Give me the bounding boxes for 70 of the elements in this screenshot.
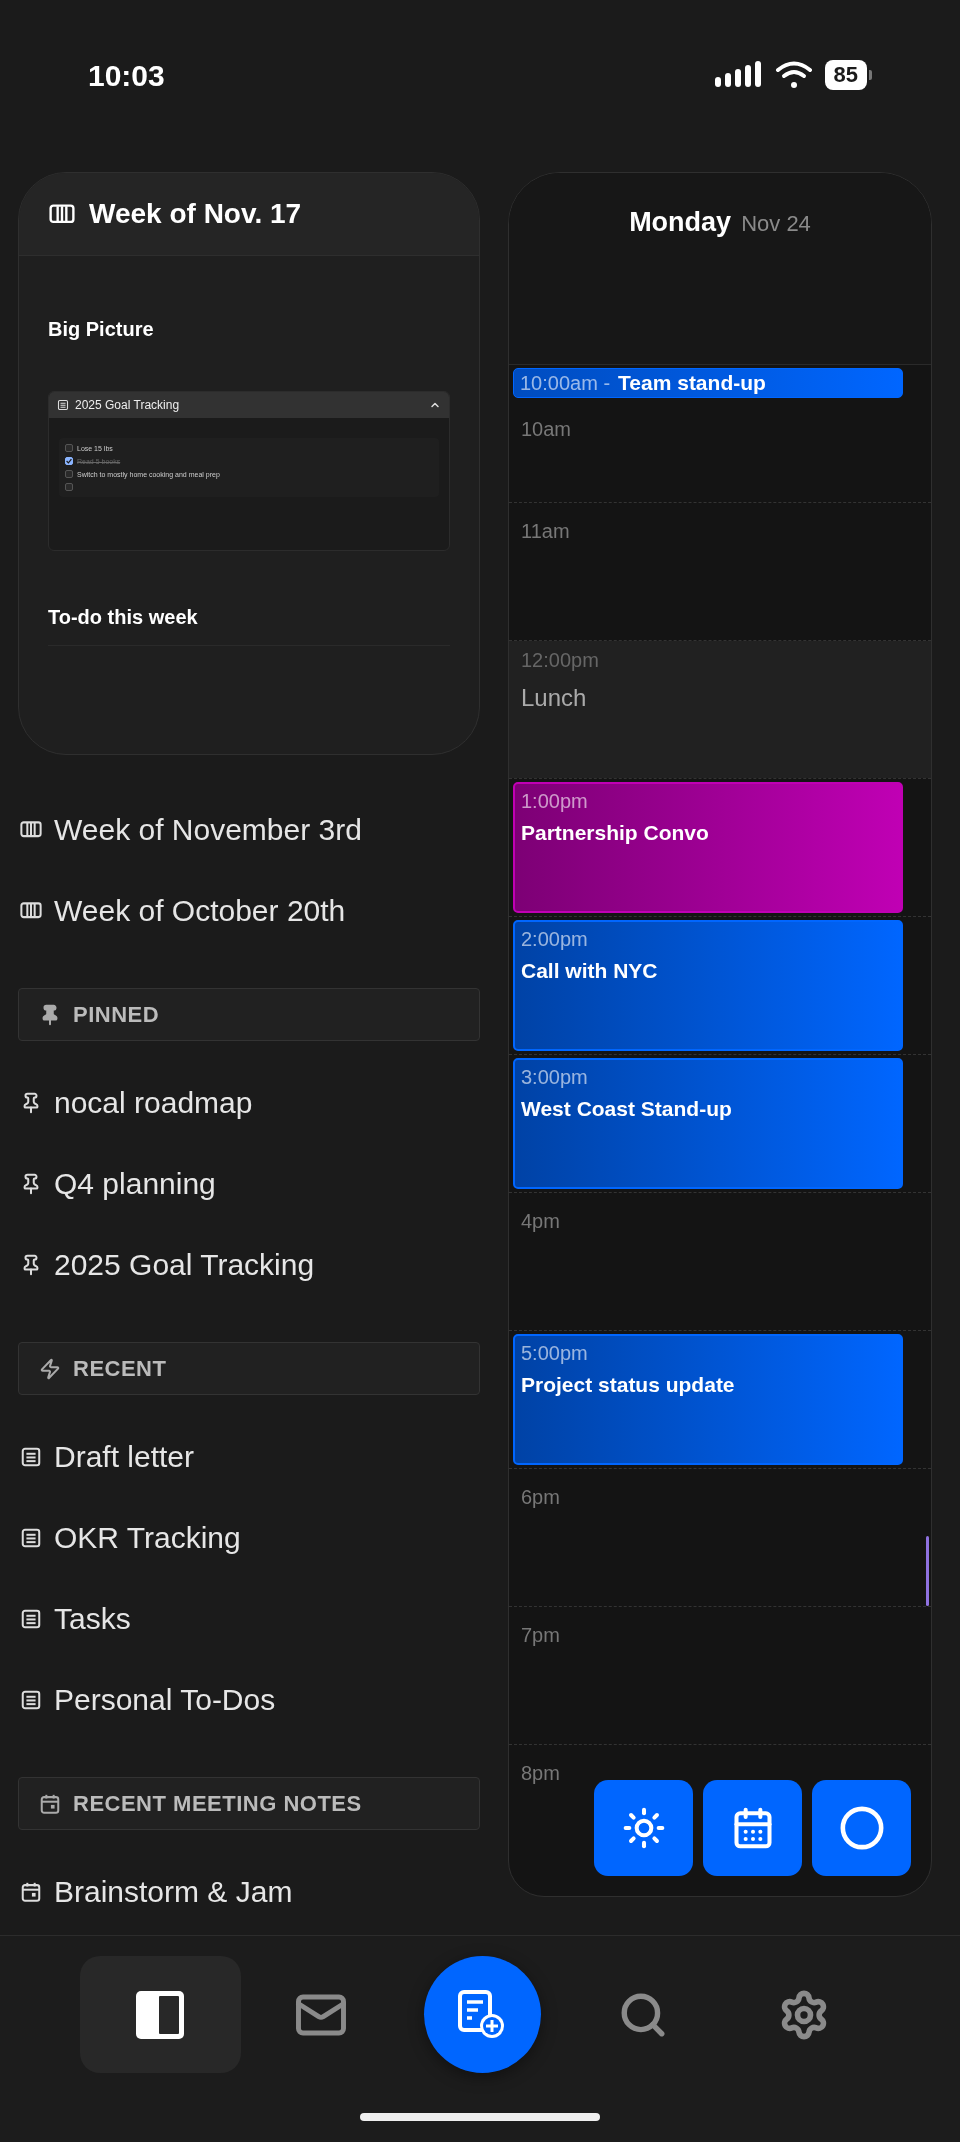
document-icon — [20, 1607, 42, 1630]
day-name: Monday — [629, 207, 732, 238]
battery-level: 85 — [824, 60, 867, 90]
note-link[interactable]: OKR Tracking — [54, 1520, 241, 1555]
day-date: Nov 24 — [741, 211, 811, 237]
note-link[interactable]: nocal roadmap — [54, 1085, 253, 1120]
document-icon — [20, 1445, 42, 1468]
lightning-icon — [39, 1357, 61, 1380]
calendar-icon — [39, 1792, 61, 1815]
event-time: 1:00pm — [521, 790, 589, 813]
hour-label: 4pm — [520, 1209, 561, 1233]
note-link[interactable]: Brainstorm & Jam — [54, 1874, 293, 1909]
calendar-event[interactable]: 1:00pm Partnership Convo — [513, 782, 903, 913]
scroll-indicator — [926, 1536, 929, 1606]
event-time: 12:00pm — [521, 649, 600, 672]
sun-button[interactable] — [594, 1780, 693, 1876]
section-title: RECENT — [73, 1355, 167, 1382]
note-link[interactable]: Personal To-Dos — [54, 1682, 276, 1717]
embed-title: 2025 Goal Tracking — [75, 398, 181, 412]
hour-label: 6pm — [520, 1485, 561, 1509]
circle-icon — [838, 1805, 885, 1851]
columns-icon — [49, 204, 75, 224]
clock-time: 10:03 — [88, 59, 165, 93]
event-time: 2:00pm — [521, 928, 589, 951]
section-heading: To-do this week — [48, 606, 199, 629]
sidebar-tab[interactable] — [79, 1956, 241, 2073]
calendar-button[interactable] — [703, 1780, 802, 1876]
document-icon — [20, 1688, 42, 1711]
hour-label: 7pm — [520, 1623, 561, 1647]
calendar-icon — [20, 1880, 42, 1903]
circle-button[interactable] — [812, 1780, 911, 1876]
event-title: Team stand-up — [618, 371, 766, 395]
hour-label: 11am — [520, 519, 571, 543]
event-title: West Coast Stand-up — [521, 1097, 733, 1121]
note-link[interactable]: 2025 Goal Tracking — [54, 1247, 315, 1282]
hour-label: 8pm — [520, 1761, 561, 1785]
sun-icon — [621, 1806, 666, 1850]
columns-icon — [20, 902, 42, 919]
week-title: Week of Nov. 17 — [89, 198, 302, 230]
calendar-event[interactable]: 5:00pm Project status update — [513, 1334, 903, 1465]
event-title: Lunch — [521, 684, 588, 712]
checkbox[interactable] — [65, 470, 73, 478]
calendar-block[interactable]: 12:00pm Lunch — [509, 641, 931, 778]
note-link[interactable]: Draft letter — [54, 1439, 195, 1474]
event-title: Call with NYC — [521, 959, 659, 983]
event-time: 5:00pm — [521, 1342, 589, 1365]
checkbox[interactable] — [65, 444, 73, 452]
event-title: Partnership Convo — [521, 821, 710, 845]
columns-icon — [20, 821, 42, 838]
document-icon — [57, 399, 69, 411]
checkbox[interactable] — [65, 457, 73, 465]
document-icon — [20, 1526, 42, 1549]
calendar-event[interactable]: 10:00am - Team stand-up — [513, 368, 903, 398]
signal-icon — [714, 61, 763, 89]
section-title: RECENT MEETING NOTES — [73, 1790, 362, 1817]
hour-label: 10am — [520, 417, 573, 441]
event-time: 10:00am - — [520, 371, 611, 395]
calendar-event[interactable]: 3:00pm West Coast Stand-up — [513, 1058, 903, 1189]
note-link[interactable]: Q4 planning — [54, 1166, 216, 1201]
note-link[interactable]: Tasks — [54, 1601, 131, 1636]
section-heading: Big Picture — [48, 318, 155, 341]
week-link[interactable]: Week of October 20th — [54, 893, 346, 928]
wifi-icon — [774, 60, 813, 90]
event-time: 3:00pm — [521, 1066, 589, 1089]
event-title: Project status update — [521, 1373, 736, 1397]
checkbox[interactable] — [65, 483, 73, 491]
calendar-event[interactable]: 2:00pm Call with NYC — [513, 920, 903, 1051]
sidebar-icon — [135, 1989, 185, 2040]
section-title: PINNED — [73, 1001, 160, 1028]
week-link[interactable]: Week of November 3rd — [54, 812, 362, 847]
